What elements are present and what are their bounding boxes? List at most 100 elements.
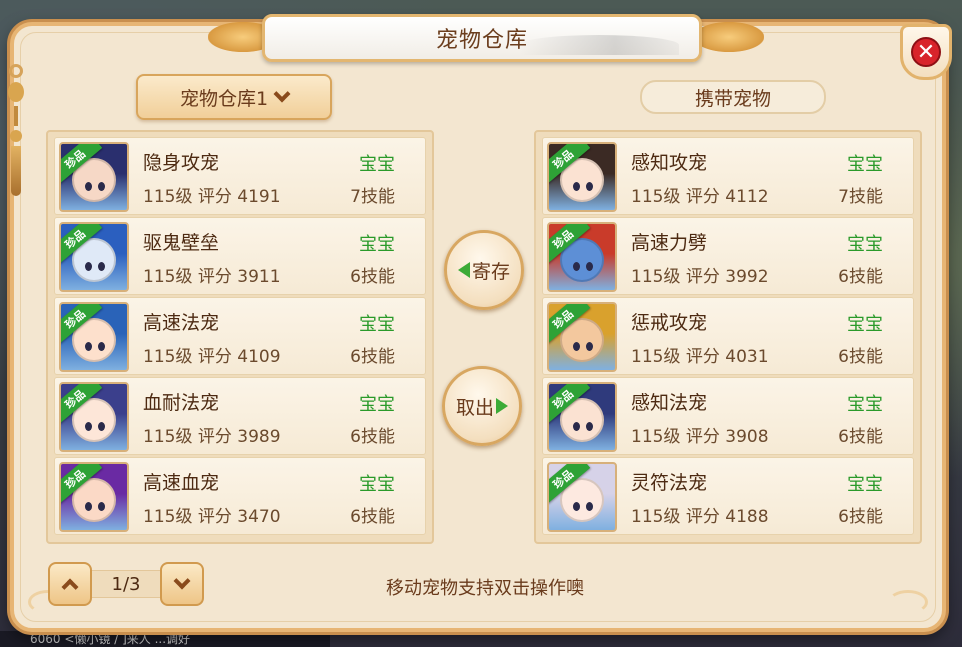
chevron-down-icon bbox=[173, 572, 191, 590]
pet-score-label: 评分 bbox=[685, 347, 720, 367]
pet-name: 高速法宠 bbox=[143, 312, 220, 334]
page-down-button[interactable] bbox=[160, 562, 204, 606]
pet-level: 115级 bbox=[143, 507, 193, 527]
pet-avatar: 珍品 bbox=[59, 462, 129, 532]
pet-skills: 6技能 bbox=[838, 427, 883, 447]
pet-avatar: 珍品 bbox=[547, 142, 617, 212]
tassel-ornament bbox=[8, 64, 24, 196]
deposit-button[interactable]: 寄存 bbox=[444, 230, 524, 310]
pet-name: 高速力劈 bbox=[631, 232, 708, 254]
pet-skills: 6技能 bbox=[350, 427, 395, 447]
pet-type: 宝宝 bbox=[847, 474, 883, 495]
pet-level: 115级 bbox=[143, 187, 193, 207]
pet-type: 宝宝 bbox=[359, 234, 395, 255]
page-title: 宠物仓库 bbox=[435, 28, 528, 53]
chevron-down-icon bbox=[273, 85, 291, 103]
pet-stats: 115级 评分 3470 bbox=[143, 502, 281, 527]
pet-skills: 6技能 bbox=[838, 507, 883, 527]
pet-row[interactable]: 珍品 血耐法宠 115级 评分 3989 宝宝 6技能 bbox=[54, 377, 426, 455]
pet-score-label: 评分 bbox=[685, 507, 720, 527]
pet-score: 3989 bbox=[237, 427, 281, 447]
pet-name: 感知攻宠 bbox=[631, 152, 708, 174]
title-plaque: 宠物仓库 bbox=[262, 14, 702, 62]
pet-score: 3992 bbox=[725, 267, 769, 287]
pet-score: 4188 bbox=[725, 507, 769, 527]
chevron-up-icon bbox=[61, 578, 79, 596]
pet-stats: 115级 评分 4031 bbox=[631, 342, 769, 367]
pet-row[interactable]: 珍品 高速血宠 115级 评分 3470 宝宝 6技能 bbox=[54, 457, 426, 535]
pet-score: 4031 bbox=[725, 347, 769, 367]
pet-level: 115级 bbox=[631, 427, 681, 447]
withdraw-button[interactable]: 取出 bbox=[442, 366, 522, 446]
pet-score: 4112 bbox=[725, 187, 769, 207]
pet-skills: 7技能 bbox=[838, 187, 883, 207]
pet-type: 宝宝 bbox=[359, 154, 395, 175]
pet-row[interactable]: 珍品 高速力劈 115级 评分 3992 宝宝 6技能 bbox=[542, 217, 914, 295]
pet-name: 感知法宠 bbox=[631, 392, 708, 414]
pet-stats: 115级 评分 3989 bbox=[143, 422, 281, 447]
pet-score: 4191 bbox=[237, 187, 281, 207]
pet-type: 宝宝 bbox=[359, 394, 395, 415]
pet-row[interactable]: 珍品 感知法宠 115级 评分 3908 宝宝 6技能 bbox=[542, 377, 914, 455]
pet-level: 115级 bbox=[631, 507, 681, 527]
pet-stats: 115级 评分 3908 bbox=[631, 422, 769, 447]
pet-score-label: 评分 bbox=[197, 187, 232, 207]
pet-score: 4109 bbox=[237, 347, 281, 367]
arrow-left-icon bbox=[457, 262, 470, 278]
pet-score-label: 评分 bbox=[197, 507, 232, 527]
pet-avatar: 珍品 bbox=[547, 222, 617, 292]
pet-avatar: 珍品 bbox=[547, 302, 617, 372]
pet-skills: 7技能 bbox=[350, 187, 395, 207]
carried-pet-list: 珍品 感知攻宠 115级 评分 4112 宝宝 7技能 珍品 高速力劈 115级… bbox=[534, 130, 922, 544]
pet-name: 驱鬼壁垒 bbox=[143, 232, 220, 254]
pet-stats: 115级 评分 4188 bbox=[631, 502, 769, 527]
pet-score-label: 评分 bbox=[197, 427, 232, 447]
storage-select-label: 宠物仓库1 bbox=[179, 87, 269, 110]
pet-score-label: 评分 bbox=[685, 267, 720, 287]
pet-avatar: 珍品 bbox=[59, 142, 129, 212]
pet-skills: 6技能 bbox=[838, 267, 883, 287]
pet-name: 高速血宠 bbox=[143, 472, 220, 494]
pet-level: 115级 bbox=[143, 427, 193, 447]
close-icon: ✕ bbox=[911, 37, 941, 67]
chat-bar: 6060 <懒小镜 / ]来人 ...调好 bbox=[0, 631, 330, 647]
deposit-label: 寄存 bbox=[471, 260, 510, 283]
pet-name: 惩戒攻宠 bbox=[631, 312, 708, 334]
pet-row[interactable]: 珍品 惩戒攻宠 115级 评分 4031 宝宝 6技能 bbox=[542, 297, 914, 375]
close-button[interactable]: ✕ bbox=[900, 24, 952, 80]
pet-skills: 6技能 bbox=[350, 347, 395, 367]
storage-select[interactable]: 宠物仓库1 bbox=[136, 74, 332, 120]
page-up-button[interactable] bbox=[48, 562, 92, 606]
pet-type: 宝宝 bbox=[847, 154, 883, 175]
pet-avatar: 珍品 bbox=[59, 382, 129, 452]
pet-skills: 6技能 bbox=[838, 347, 883, 367]
title-ornament-right bbox=[694, 22, 764, 52]
pet-avatar: 珍品 bbox=[59, 222, 129, 292]
pet-row[interactable]: 珍品 隐身攻宠 115级 评分 4191 宝宝 7技能 bbox=[54, 137, 426, 215]
pet-name: 灵符法宠 bbox=[631, 472, 708, 494]
page-indicator: 1/3 bbox=[92, 570, 160, 598]
carried-pets-header: 携带宠物 bbox=[640, 80, 826, 114]
storage-pet-list: 珍品 隐身攻宠 115级 评分 4191 宝宝 7技能 珍品 驱鬼壁垒 115级… bbox=[46, 130, 434, 544]
pet-level: 115级 bbox=[631, 347, 681, 367]
pet-score: 3911 bbox=[237, 267, 281, 287]
pet-level: 115级 bbox=[143, 267, 193, 287]
pet-row[interactable]: 珍品 驱鬼壁垒 115级 评分 3911 宝宝 6技能 bbox=[54, 217, 426, 295]
pet-name: 隐身攻宠 bbox=[143, 152, 220, 174]
pet-level: 115级 bbox=[143, 347, 193, 367]
pet-skills: 6技能 bbox=[350, 507, 395, 527]
pet-row[interactable]: 珍品 感知攻宠 115级 评分 4112 宝宝 7技能 bbox=[542, 137, 914, 215]
pet-stats: 115级 评分 4109 bbox=[143, 342, 281, 367]
pet-type: 宝宝 bbox=[359, 474, 395, 495]
pet-type: 宝宝 bbox=[847, 314, 883, 335]
pet-avatar: 珍品 bbox=[547, 382, 617, 452]
pet-stats: 115级 评分 3911 bbox=[143, 262, 281, 287]
pet-type: 宝宝 bbox=[847, 234, 883, 255]
pet-stats: 115级 评分 4191 bbox=[143, 182, 281, 207]
double-click-hint: 移动宠物支持双击操作噢 bbox=[386, 578, 584, 599]
pet-level: 115级 bbox=[631, 267, 681, 287]
pet-row[interactable]: 珍品 高速法宠 115级 评分 4109 宝宝 6技能 bbox=[54, 297, 426, 375]
pet-score-label: 评分 bbox=[197, 267, 232, 287]
pet-row[interactable]: 珍品 灵符法宠 115级 评分 4188 宝宝 6技能 bbox=[542, 457, 914, 535]
pet-score-label: 评分 bbox=[685, 427, 720, 447]
